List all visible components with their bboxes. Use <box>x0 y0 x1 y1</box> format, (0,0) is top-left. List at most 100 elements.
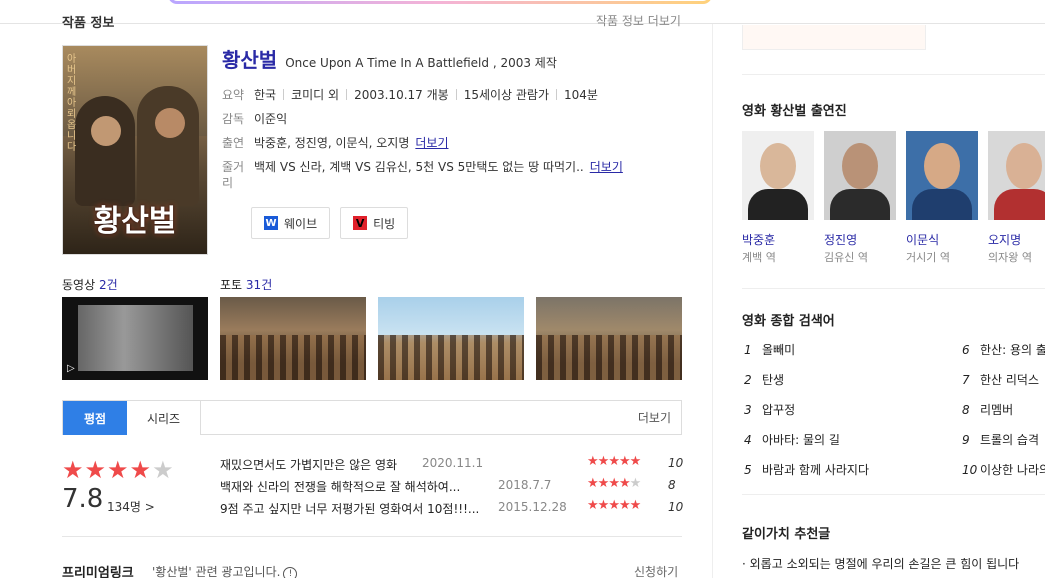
keyword-rank: 1 <box>744 343 752 357</box>
cast-head <box>924 143 960 189</box>
apply-link[interactable]: 신청하기 <box>634 563 678 578</box>
cast-role: 의자왕 역 <box>988 251 1032 264</box>
section-more-link[interactable]: 작품 정보 더보기 <box>596 12 681 29</box>
video-frame <box>78 305 193 371</box>
wavve-button[interactable]: W 웨이브 <box>251 207 331 239</box>
poster-figure-right <box>137 86 199 206</box>
search-box[interactable] <box>168 0 712 4</box>
photo-label[interactable]: 포토 31건 <box>220 276 272 293</box>
rating-count-link[interactable]: 134명 > <box>107 498 155 515</box>
movie-title[interactable]: 황산벌 <box>222 44 277 73</box>
keyword-item[interactable]: 5 바람과 함께 사라지다 <box>744 461 869 478</box>
review-text: 재밌으면서도 가볍지만은 않은 영화 <box>220 458 398 472</box>
star-filled-icon: ★ <box>129 456 153 484</box>
keyword-text: 압꾸정 <box>762 403 796 417</box>
cast-role: 계백 역 <box>742 251 776 264</box>
poster-tagline: 아버지께 아뢰옵니다 <box>67 54 77 153</box>
keyword-rank: 9 <box>962 433 970 447</box>
photo-crowd <box>536 335 682 380</box>
director-row: 감독 이준익 <box>222 111 682 127</box>
together-item[interactable]: · 외롭고 소외되는 명절에 우리의 손길은 큰 힘이 됩니다 <box>742 555 1019 572</box>
cast-name: 박중훈 <box>742 233 776 247</box>
plot-more-link[interactable]: 더보기 <box>590 159 623 191</box>
cast-photo <box>742 131 814 220</box>
review-stars: ★★★★★ <box>587 498 642 513</box>
poster-figure-left <box>75 96 135 206</box>
keyword-item[interactable]: 7 한산 리덕스 <box>962 371 1045 388</box>
tabs-more-link[interactable]: 더보기 <box>638 401 681 434</box>
movie-poster[interactable]: 아버지께 아뢰옵니다 황산벌 <box>62 45 208 255</box>
keyword-item[interactable]: 10이상한 나라의 수학자 <box>962 461 1045 478</box>
cast-more-link[interactable]: 더보기 <box>415 135 448 151</box>
star-filled-icon: ★ <box>587 476 599 491</box>
photo-label-text: 포토 <box>220 278 243 292</box>
video-count: 2건 <box>98 278 118 292</box>
info-icon[interactable]: ! <box>283 567 298 578</box>
review-text: 백재와 신라의 전쟁을 해학적으로 잘 해석하여... <box>220 480 461 494</box>
star-filled-icon: ★ <box>608 498 620 513</box>
video-thumbnail[interactable]: ▷ <box>62 297 208 380</box>
video-label[interactable]: 동영상 2건 <box>62 276 118 293</box>
together-title: 같이가치 추천글 <box>742 527 831 542</box>
photo-thumbnail[interactable] <box>378 297 524 380</box>
review-score: 8 <box>668 478 676 492</box>
cast-head <box>842 143 878 189</box>
title-row: 황산벌 Once Upon A Time In A Battlefield , … <box>222 44 682 73</box>
review-item[interactable]: 재밌으면서도 가볍지만은 않은 영화 2020.11.1 ★★★★★ 10 <box>220 454 684 476</box>
summary-row: 요약 한국 코미디 외 2003.10.17 개봉 15세이상 관람가 104분 <box>222 87 682 103</box>
keyword-rank: 7 <box>962 373 970 387</box>
star-filled-icon: ★ <box>597 498 610 513</box>
cast-role: 김유신 역 <box>824 251 868 264</box>
review-score: 10 <box>668 456 684 470</box>
keywords-title: 영화 종합 검색어 <box>742 314 835 329</box>
cast-links[interactable]: 박중훈, 정진영, 이문식, 오지명 <box>254 135 409 151</box>
review-text: 9점 주고 싶지만 너무 저평가된 영화여서 10점!!!... <box>220 502 480 516</box>
star-filled-icon: ★ <box>597 476 610 491</box>
keyword-rank: 4 <box>744 433 752 447</box>
cast-card[interactable]: 오지명 의자왕 역 <box>988 131 1045 265</box>
separator <box>556 89 558 100</box>
sidebar-divider <box>742 494 1045 495</box>
keyword-item[interactable]: 9 트롤의 습격 <box>962 431 1045 448</box>
star-filled-icon: ★ <box>107 456 130 484</box>
keyword-item[interactable]: 2 탄생 <box>744 371 784 388</box>
summary-runtime: 104분 <box>564 88 598 102</box>
cast-photo <box>906 131 978 220</box>
summary-label: 요약 <box>222 88 245 102</box>
keyword-text: 한산 리덕스 <box>980 373 1040 387</box>
star-filled-icon: ★ <box>587 498 599 513</box>
tving-button[interactable]: V 티빙 <box>340 207 409 239</box>
plot-row: 줄거리 백제 VS 신라, 계백 VS 김유신, 5천 VS 5만택도 없는 땅… <box>222 159 682 191</box>
cast-card[interactable]: 이문식 거시기 역 <box>906 131 978 265</box>
cast-head <box>1006 143 1042 189</box>
poster-face-left <box>91 116 121 146</box>
tab-rating[interactable]: 평점 <box>63 401 127 435</box>
keyword-item[interactable]: 8 리멤버 <box>962 401 1045 418</box>
video-label-text: 동영상 <box>62 278 96 292</box>
star-filled-icon: ★ <box>629 498 642 513</box>
keyword-item[interactable]: 3 압꾸정 <box>744 401 795 418</box>
review-item[interactable]: 9점 주고 싶지만 너무 저평가된 영화여서 10점!!!... 2015.12… <box>220 498 683 520</box>
sidebar-divider <box>742 74 1045 75</box>
keyword-item[interactable]: 6 한산: 용의 출현 <box>962 341 1045 358</box>
review-item[interactable]: 백재와 신라의 전쟁을 해학적으로 잘 해석하여... 2018.7.7 ★★★… <box>220 476 682 498</box>
summary-genre: 코미디 외 <box>291 88 340 102</box>
top-bar <box>0 0 1045 24</box>
photo-thumbnail[interactable] <box>220 297 366 380</box>
photo-thumbnail[interactable] <box>536 297 682 380</box>
keyword-item[interactable]: 4 아바타: 물의 길 <box>744 431 840 448</box>
cast-card[interactable]: 정진영 김유신 역 <box>824 131 896 265</box>
ad-box[interactable] <box>742 25 926 50</box>
rating-tabs: 평점 시리즈 더보기 <box>62 400 682 435</box>
keyword-rank: 2 <box>744 373 752 387</box>
review-date: 2020.11.1 <box>422 456 484 470</box>
cast-card[interactable]: 박중훈 계백 역 <box>742 131 814 265</box>
director-link[interactable]: 이준익 <box>254 111 287 127</box>
tving-icon: V <box>353 216 368 230</box>
cast-body <box>994 189 1045 220</box>
tab-series[interactable]: 시리즈 <box>127 401 201 435</box>
keyword-rank: 3 <box>744 403 752 417</box>
keyword-item[interactable]: 1 올빼미 <box>744 341 795 358</box>
star-filled-icon: ★ <box>587 454 599 469</box>
photo-crowd <box>220 335 366 380</box>
